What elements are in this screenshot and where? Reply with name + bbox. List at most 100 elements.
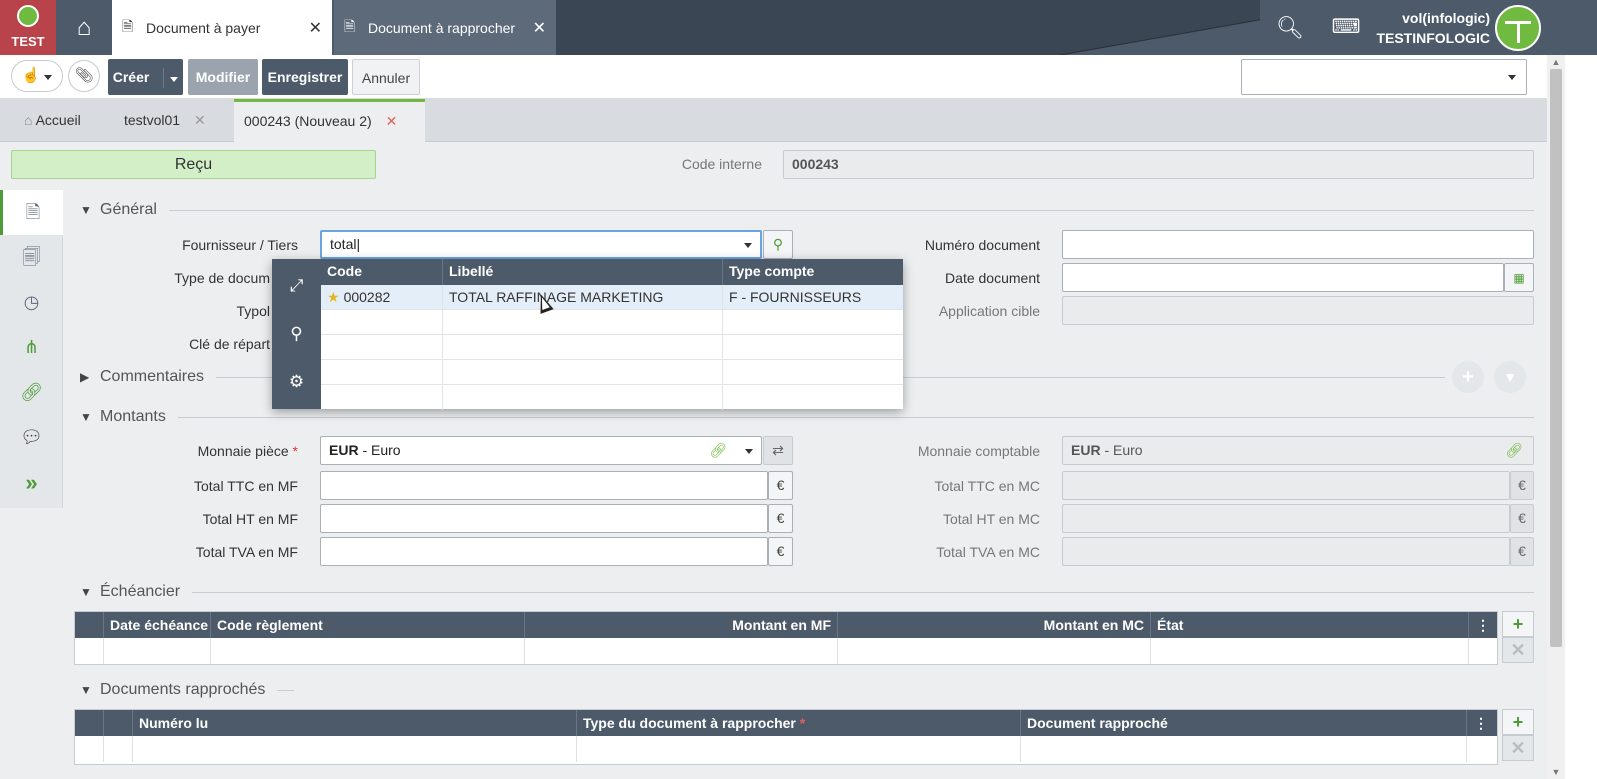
toolbar-select[interactable] xyxy=(1241,59,1527,95)
create-button[interactable]: Créer xyxy=(108,59,183,95)
list-item[interactable]: ★ 000282 TOTAL RAFFINAGE MARKETING F - FO… xyxy=(321,285,903,310)
list-item xyxy=(321,385,903,410)
column-header[interactable]: Montant en MF xyxy=(525,612,838,638)
rail-comment-icon[interactable]: 💬︎ xyxy=(0,415,63,460)
list-item xyxy=(321,360,903,385)
column-header[interactable]: État xyxy=(1151,612,1469,638)
column-header[interactable]: Type du document à rapprocher * xyxy=(577,710,1021,736)
dropdown-sidebar: ⤢ ⚲ ⚙ xyxy=(272,259,321,409)
link-icon[interactable]: 🔗︎ xyxy=(709,437,727,464)
more-vertical-icon[interactable]: ⋮ xyxy=(1467,710,1495,736)
app-tab-document-a-payer[interactable]: 🗎 Document à payer ✕ xyxy=(112,0,332,55)
more-vertical-icon[interactable]: ⋮ xyxy=(1469,612,1497,638)
refresh-button[interactable]: ⇄ xyxy=(763,436,793,465)
ht-mf-input[interactable] xyxy=(320,504,768,533)
search-add-icon[interactable]: ⚲ xyxy=(272,311,321,357)
rail-workflow-icon[interactable]: ⋔ xyxy=(0,325,63,370)
avatar[interactable] xyxy=(1495,5,1541,51)
chevron-down-icon xyxy=(170,77,179,82)
close-icon[interactable]: ✕ xyxy=(309,18,322,38)
date-document-input[interactable] xyxy=(1062,263,1504,292)
rail-clock-icon[interactable]: ◷ xyxy=(0,280,63,325)
calendar-button[interactable]: ▦ xyxy=(1504,263,1534,292)
column-header[interactable]: Type compte xyxy=(723,259,903,285)
rail-link-icon[interactable]: 🔗︎ xyxy=(0,370,63,415)
type-document-label: Type de docum xyxy=(174,270,270,286)
tva-mc-label: Total TVA en MC xyxy=(936,544,1040,560)
search-icon: ⚲ xyxy=(772,236,784,252)
env-label: TEST xyxy=(11,34,45,49)
paperclip-icon: 📎︎ xyxy=(74,67,94,84)
touch-menu-button[interactable]: ☝ xyxy=(11,60,63,92)
column-header[interactable]: Date échéance xyxy=(104,612,211,638)
currency-symbol: € xyxy=(1510,504,1534,533)
chevron-down-icon: ▼ xyxy=(1503,369,1517,385)
ttc-mf-input[interactable] xyxy=(320,471,768,500)
table-header: Date échéance Code règlement Montant en … xyxy=(75,612,1497,638)
tab-accueil[interactable]: ⌂ Accueil xyxy=(14,99,91,142)
scroll-thumb[interactable] xyxy=(1550,69,1562,647)
settings-icon[interactable]: ⚙ xyxy=(272,359,321,405)
close-icon[interactable]: ✕ xyxy=(194,112,206,128)
column-header[interactable]: Montant en MC xyxy=(838,612,1151,638)
status-badge[interactable]: Reçu xyxy=(11,150,376,179)
tva-mf-input[interactable] xyxy=(320,537,768,566)
tab-000243[interactable]: 000243 (Nouveau 2) ✕ xyxy=(234,99,425,143)
scroll-down-icon[interactable]: ▼ xyxy=(1547,765,1565,779)
delete-row-button[interactable]: ✕ xyxy=(1502,735,1534,761)
save-button[interactable]: Enregistrer xyxy=(262,59,348,95)
add-row-button[interactable]: + xyxy=(1502,709,1534,735)
add-comment-button[interactable]: + xyxy=(1452,361,1484,393)
app-tab-label: Document à rapprocher xyxy=(368,19,516,36)
add-row-button[interactable]: + xyxy=(1502,611,1534,637)
chevron-down-icon: ▼ xyxy=(80,410,92,424)
column-header[interactable]: Libellé xyxy=(443,259,723,285)
scrollbar[interactable]: ▲ ▼ xyxy=(1547,55,1565,779)
rail-documents-icon[interactable]: 🗐 xyxy=(0,235,63,280)
chevron-right-icon: ▶ xyxy=(80,370,90,384)
expand-button[interactable]: ▼ xyxy=(1494,361,1526,393)
scroll-up-icon[interactable]: ▲ xyxy=(1547,55,1565,69)
numero-document-input[interactable] xyxy=(1062,230,1534,259)
home-icon: ⌂ xyxy=(76,14,92,41)
section-echeancier[interactable]: ▼ Échéancier xyxy=(80,580,1534,604)
table-row[interactable] xyxy=(75,638,1497,664)
plus-icon: + xyxy=(1462,366,1474,388)
user-info[interactable]: vol(infologic) TESTINFOLOGIC xyxy=(1370,8,1490,48)
hand-pointer-icon: ☝ xyxy=(21,67,41,84)
column-header[interactable]: Numéro lu xyxy=(133,710,577,736)
attachment-button[interactable]: 📎︎ xyxy=(68,60,100,92)
app-tab-document-a-rapprocher[interactable]: 🗎 Document à rapprocher ✕ xyxy=(334,0,556,55)
table-row[interactable] xyxy=(75,736,1497,762)
table-header: Numéro lu Type du document à rapprocher … xyxy=(75,710,1497,736)
calendar-icon: ▦ xyxy=(1513,271,1525,285)
section-general[interactable]: ▼ Général xyxy=(80,198,1534,222)
ht-mc-label: Total HT en MC xyxy=(943,511,1040,527)
rail-forward-icon[interactable]: » xyxy=(0,460,63,505)
column-header[interactable]: Document rapproché xyxy=(1021,710,1467,736)
chevron-down-icon: ▼ xyxy=(80,683,92,697)
date-document-label: Date document xyxy=(945,270,1040,286)
fournisseur-search-button[interactable]: ⚲ xyxy=(763,230,793,259)
delete-row-button[interactable]: ✕ xyxy=(1502,637,1534,663)
column-header[interactable]: Code règlement xyxy=(211,612,525,638)
currency-symbol: € xyxy=(768,537,793,566)
close-icon[interactable]: ✕ xyxy=(533,18,546,38)
section-documents-rapproches[interactable]: ▼ Documents rapprochés xyxy=(80,678,294,702)
fournisseur-input[interactable]: total| xyxy=(320,230,762,259)
home-button[interactable]: ⌂ xyxy=(56,0,112,55)
fournisseur-label: Fournisseur / Tiers xyxy=(182,237,298,253)
app-logo[interactable]: TEST xyxy=(0,0,56,55)
expand-icon[interactable]: ⤢ xyxy=(272,263,321,309)
modify-button[interactable]: Modifier xyxy=(188,59,258,95)
currency-symbol: € xyxy=(1510,471,1534,500)
keyboard-icon[interactable]: ⌨ xyxy=(1316,0,1376,55)
cle-repartition-label: Clé de répart xyxy=(189,336,270,352)
search-icon[interactable]: 🔍︎ xyxy=(1260,0,1320,55)
rail-document-icon[interactable]: 🗎 xyxy=(0,190,63,235)
monnaie-piece-select[interactable]: EUR - Euro 🔗︎ xyxy=(320,436,762,465)
close-icon[interactable]: ✕ xyxy=(386,113,398,129)
tab-testvol01[interactable]: testvol01 ✕ xyxy=(114,99,216,142)
column-header[interactable]: Code xyxy=(321,259,443,285)
cancel-button[interactable]: Annuler xyxy=(352,59,420,95)
